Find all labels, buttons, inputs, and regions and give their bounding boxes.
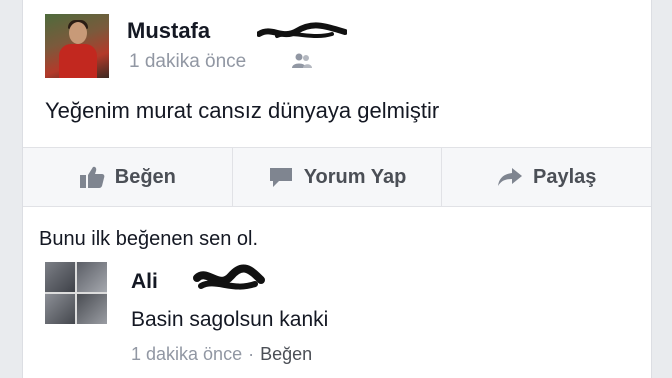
like-button[interactable]: Beğen: [23, 148, 233, 206]
like-label: Beğen: [114, 165, 176, 188]
commenter-avatar[interactable]: [45, 262, 107, 324]
share-label: Paylaş: [532, 165, 597, 188]
comment-timestamp[interactable]: 1 dakika önce: [131, 344, 242, 364]
share-arrow-icon: [497, 168, 522, 186]
post-text: Yeğenim murat cansız dünyaya gelmiştir: [45, 98, 440, 123]
author-name[interactable]: Mustafa: [127, 18, 210, 44]
likes-summary[interactable]: Bunu ilk beğenen sen ol.: [39, 228, 258, 251]
comment-label: Yorum Yap: [303, 165, 407, 188]
post-timestamp[interactable]: 1 dakika önce: [129, 51, 246, 73]
author-avatar[interactable]: [45, 14, 109, 78]
meta-separator: ·: [248, 344, 255, 364]
censor-scribble: [193, 264, 265, 290]
comment-meta: 1 dakika önce · Beğen: [131, 344, 312, 365]
post-card: Mustafa 1 dakika önce Yeğenim murat cans…: [22, 0, 652, 378]
share-button[interactable]: Paylaş: [442, 148, 651, 206]
comment-button[interactable]: Yorum Yap: [233, 148, 443, 206]
thumbs-up-icon: [79, 166, 105, 188]
speech-bubble-icon: [269, 168, 292, 187]
action-bar: Beğen Yorum Yap Paylaş: [23, 147, 651, 207]
friends-icon[interactable]: [291, 52, 313, 70]
commenter-name[interactable]: Ali: [131, 270, 158, 294]
censor-scribble: [257, 22, 347, 38]
comment-text: Basin sagolsun kanki: [131, 308, 329, 331]
comment-like-link[interactable]: Beğen: [260, 344, 312, 364]
